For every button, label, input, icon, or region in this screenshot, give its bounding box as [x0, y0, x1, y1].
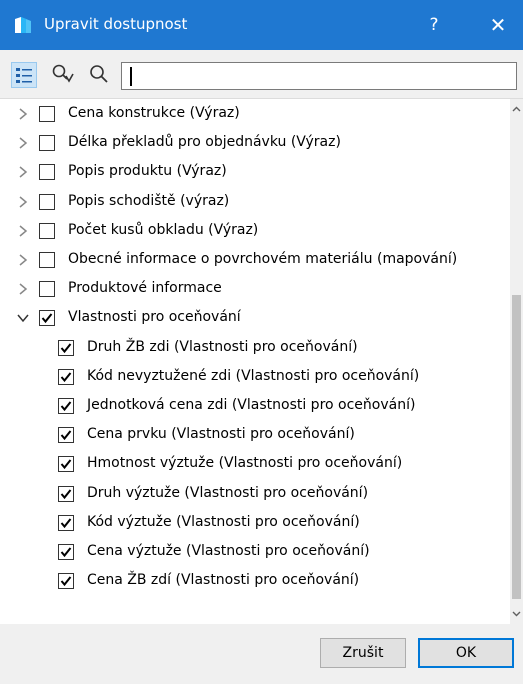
help-button[interactable]: ?	[414, 10, 454, 40]
tree-property-row[interactable]: Kód výztuže (Vlastnosti pro oceňování)	[0, 509, 510, 537]
search-button[interactable]	[86, 62, 112, 88]
search-icon	[90, 65, 108, 83]
tree-item-label: Produktové informace	[68, 280, 222, 297]
title-bar: Upravit dostupnost ? ✕	[0, 0, 523, 50]
tree-category-row[interactable]: Popis schodiště (výraz)	[0, 188, 510, 216]
property-tree-list: Cena konstrukce (Výraz) Délka překladů pr…	[0, 99, 510, 624]
tree-category-row[interactable]: Cena konstrukce (Výraz)	[0, 100, 510, 128]
tree-item-label: Počet kusů obkladu (Výraz)	[68, 221, 259, 238]
chevron-right-icon[interactable]	[16, 136, 30, 150]
checkbox[interactable]	[39, 252, 55, 268]
vertical-scrollbar[interactable]	[510, 99, 523, 624]
checkbox[interactable]	[58, 544, 74, 560]
checkbox[interactable]	[58, 456, 74, 473]
tree-category-row[interactable]: Délka překladů pro objednávku (Výraz)	[0, 129, 510, 157]
tree-item-label: Druh ŽB zdi (Vlastnosti pro oceňování)	[87, 338, 358, 355]
checkbox[interactable]	[39, 164, 55, 181]
chevron-right-icon[interactable]	[16, 224, 30, 238]
checkbox[interactable]	[39, 281, 55, 298]
checkbox[interactable]	[39, 310, 55, 327]
tree-item-label: Cena výztuže (Vlastnosti pro oceňování)	[87, 543, 370, 559]
chevron-right-icon[interactable]	[16, 107, 30, 121]
ok-button[interactable]: OK	[418, 638, 514, 668]
archicad-app-icon	[15, 17, 31, 33]
checkbox[interactable]	[58, 368, 74, 385]
list-tree-icon	[16, 68, 32, 83]
tree-property-row[interactable]: Cena výztuže (Vlastnosti pro oceňování)	[0, 538, 510, 566]
checkbox[interactable]	[58, 485, 74, 502]
cancel-button[interactable]: Zrušit	[320, 638, 406, 668]
window-title: Upravit dostupnost	[44, 15, 188, 33]
checkbox[interactable]	[58, 427, 74, 444]
checkbox[interactable]	[58, 514, 74, 531]
tree-category-row[interactable]: Obecné informace o povrchovém materiálu …	[0, 246, 510, 274]
checkmark-icon	[60, 576, 72, 587]
checkbox[interactable]	[39, 222, 55, 239]
tree-category-row[interactable]: Počet kusů obkladu (Výraz)	[0, 217, 510, 245]
checkmark-icon	[60, 518, 72, 528]
tree-property-row[interactable]: Kód nevyztužené zdi (Vlastnosti pro oceň…	[0, 363, 510, 391]
checkbox[interactable]	[58, 573, 74, 590]
tree-item-label: Vlastnosti pro oceňování	[68, 309, 241, 326]
checkmark-icon	[41, 313, 53, 324]
tree-view-button[interactable]	[11, 62, 37, 88]
tree-category-row[interactable]: Popis produktu (Výraz)	[0, 158, 510, 186]
checkbox[interactable]	[39, 193, 55, 210]
tree-item-label: Délka překladů pro objednávku (Výraz)	[68, 134, 341, 151]
chevron-right-icon[interactable]	[16, 253, 30, 267]
checkmark-icon	[60, 459, 72, 470]
tree-item-label: Jednotková cena zdi (Vlastnosti pro oceň…	[87, 397, 416, 413]
chevron-right-icon[interactable]	[16, 195, 30, 209]
checkbox[interactable]	[58, 339, 74, 356]
tree-property-row[interactable]: Cena ŽB zdí (Vlastnosti pro oceňování)	[0, 567, 510, 595]
checkmark-icon	[60, 430, 72, 441]
checkmark-icon	[60, 488, 72, 499]
tree-category-row[interactable]: Produktové informace	[0, 275, 510, 303]
tree-property-row[interactable]: Druh výztuže (Vlastnosti pro oceňování)	[0, 480, 510, 508]
dialog-footer: Zrušit OK	[0, 624, 523, 684]
tree-item-label: Obecné informace o povrchovém materiálu …	[68, 251, 458, 267]
tree-item-label: Cena konstrukce (Výraz)	[68, 105, 240, 121]
scrollbar-thumb[interactable]	[512, 295, 521, 599]
tree-item-label: Kód nevyztužené zdi (Vlastnosti pro oceň…	[87, 367, 420, 384]
chevron-right-icon[interactable]	[16, 282, 30, 296]
tree-property-row[interactable]: Druh ŽB zdi (Vlastnosti pro oceňování)	[0, 334, 510, 362]
checkmark-icon	[60, 372, 72, 382]
tree-item-label: Popis produktu (Výraz)	[68, 163, 227, 180]
checkmark-icon	[60, 547, 72, 558]
tree-item-label: Popis schodiště (výraz)	[68, 192, 230, 209]
checkbox[interactable]	[58, 398, 74, 414]
tree-item-label: Hmotnost výztuže (Vlastnosti pro oceňová…	[87, 455, 403, 472]
close-button[interactable]: ✕	[478, 10, 518, 40]
search-field[interactable]	[121, 62, 517, 90]
text-caret	[130, 67, 132, 86]
checkmark-icon	[60, 401, 72, 412]
tree-item-label: Cena prvku (Vlastnosti pro oceňování)	[87, 426, 355, 443]
checkmark-icon	[60, 342, 72, 353]
scroll-up-arrow-icon[interactable]	[512, 105, 521, 114]
checkbox[interactable]	[39, 106, 55, 122]
chevron-right-icon[interactable]	[16, 165, 30, 179]
tree-item-label: Druh výztuže (Vlastnosti pro oceňování)	[87, 484, 369, 501]
tree-property-row[interactable]: Hmotnost výztuže (Vlastnosti pro oceňová…	[0, 450, 510, 478]
tree-property-row[interactable]: Jednotková cena zdi (Vlastnosti pro oceň…	[0, 392, 510, 420]
tree-item-label: Kód výztuže (Vlastnosti pro oceňování)	[87, 513, 360, 530]
chevron-down-icon[interactable]	[16, 311, 30, 325]
checkbox[interactable]	[39, 135, 55, 152]
filter-search-button[interactable]	[50, 62, 76, 88]
scroll-down-arrow-icon[interactable]	[512, 609, 521, 618]
tree-category-row[interactable]: Vlastnosti pro oceňování	[0, 304, 510, 332]
search-filter-icon	[52, 64, 74, 83]
tree-property-row[interactable]: Cena prvku (Vlastnosti pro oceňování)	[0, 421, 510, 449]
toolbar	[0, 50, 523, 99]
tree-item-label: Cena ŽB zdí (Vlastnosti pro oceňování)	[87, 572, 360, 589]
search-input[interactable]	[122, 63, 516, 89]
